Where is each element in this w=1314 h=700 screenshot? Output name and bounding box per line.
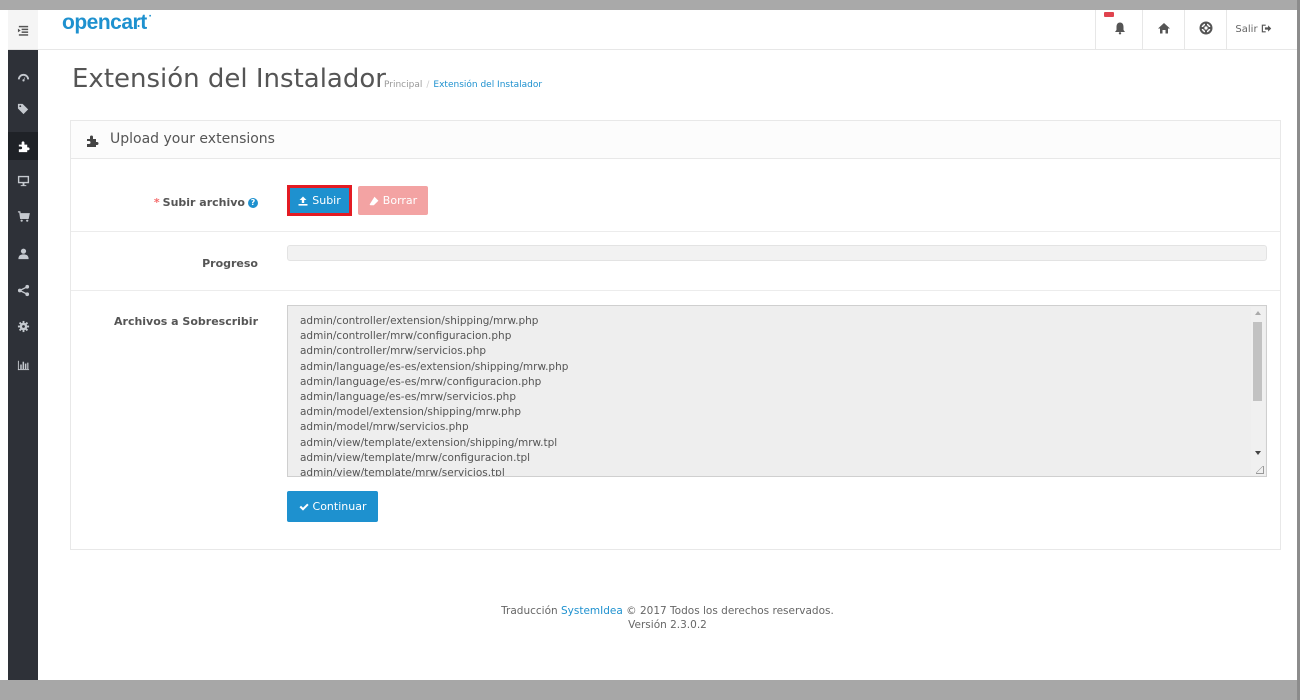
footer-copyright: Traducción SystemIdea © 2017 Todos los d… <box>38 604 1297 618</box>
breadcrumb: Principal / Extensión del Instalador <box>384 80 543 90</box>
desktop-icon[interactable] <box>8 166 38 194</box>
menu-toggle-icon[interactable] <box>8 16 38 44</box>
upload-panel: Upload your extensions * Subir archivo? S… <box>70 120 1281 550</box>
question-circle-icon[interactable]: ? <box>248 198 258 208</box>
panel-title: Upload your extensions <box>110 131 275 147</box>
eraser-icon <box>369 196 379 206</box>
upload-button-label: Subir <box>312 194 341 207</box>
upload-icon <box>298 196 308 206</box>
cog-icon[interactable] <box>8 312 38 340</box>
overwrite-file-line: admin/language/es-es/extension/shipping/… <box>300 360 569 373</box>
overwrite-file-line: admin/controller/mrw/servicios.php <box>300 345 487 358</box>
sign-out-icon <box>1261 23 1272 37</box>
upload-button[interactable]: Subir <box>287 185 352 216</box>
scroll-down-arrow[interactable] <box>1255 451 1261 455</box>
user-icon[interactable] <box>8 239 38 267</box>
shopping-cart-icon[interactable] <box>8 202 38 230</box>
resize-handle[interactable] <box>1256 466 1264 474</box>
window-bottom-bar <box>0 680 1297 700</box>
overwrite-file-line: admin/view/template/extension/shipping/m… <box>300 436 558 449</box>
bell-icon <box>1113 21 1127 39</box>
sidebar <box>8 10 38 680</box>
bar-chart-icon[interactable] <box>8 350 38 378</box>
footer-suffix: © 2017 Todos los derechos reservados. <box>626 605 834 617</box>
clear-button-label: Borrar <box>382 194 418 207</box>
footer-link[interactable]: SystemIdea <box>561 605 623 617</box>
overwrite-files-textarea[interactable]: admin/controller/extension/shipping/mrw.… <box>287 305 1267 477</box>
logout-label: Salir <box>1235 24 1258 35</box>
footer: Traducción SystemIdea © 2017 Todos los d… <box>38 604 1297 632</box>
overwrite-file-line: admin/language/es-es/mrw/configuracion.p… <box>300 375 542 388</box>
row-divider <box>71 290 1280 291</box>
opencart-logo[interactable]: opencart <box>62 11 147 35</box>
textarea-scrollbar[interactable] <box>1251 307 1265 475</box>
check-icon <box>299 502 309 512</box>
page-title: Extensión del Instalador <box>72 64 386 94</box>
share-alt-icon[interactable] <box>8 276 38 304</box>
breadcrumb-current[interactable]: Extensión del Instalador <box>433 80 542 90</box>
overwrite-files-label: Archivos a Sobrescribir <box>114 315 258 328</box>
tags-icon[interactable] <box>8 94 38 122</box>
overwrite-file-line: admin/view/template/mrw/servicios.tpl <box>300 467 505 477</box>
top-header: opencart .·˙ Salir <box>38 10 1297 50</box>
overwrite-file-line: admin/language/es-es/mrw/servicios.php <box>300 391 517 404</box>
panel-heading: Upload your extensions <box>71 121 1280 159</box>
puzzle-piece-icon[interactable] <box>8 132 38 160</box>
scroll-up-arrow[interactable] <box>1255 311 1261 315</box>
progress-bar <box>287 245 1267 261</box>
notification-badge <box>1104 12 1114 17</box>
overwrite-file-line: admin/controller/mrw/configuracion.php <box>300 330 512 343</box>
footer-prefix: Traducción <box>501 605 558 617</box>
required-marker: * <box>153 196 160 209</box>
overwrite-file-line: admin/view/template/mrw/configuracion.tp… <box>300 451 531 464</box>
notifications-button[interactable] <box>1095 10 1143 49</box>
overwrite-file-line: admin/controller/extension/shipping/mrw.… <box>300 315 539 327</box>
home-button[interactable] <box>1142 10 1185 49</box>
clear-button[interactable]: Borrar <box>358 186 428 215</box>
dashboard-icon[interactable] <box>8 64 38 92</box>
overwrite-file-line: admin/model/mrw/servicios.php <box>300 421 469 434</box>
life-ring-icon <box>1199 21 1213 39</box>
row-divider <box>71 231 1280 232</box>
logout-button[interactable]: Salir <box>1226 10 1280 49</box>
puzzle-piece-icon <box>85 133 99 147</box>
scroll-thumb[interactable] <box>1253 322 1262 401</box>
upload-file-label: * Subir archivo? <box>154 196 258 209</box>
window-right-border <box>1297 0 1300 700</box>
footer-version: Versión 2.3.0.2 <box>628 619 707 631</box>
continue-button-label: Continuar <box>312 500 367 513</box>
progress-label: Progreso <box>202 257 258 270</box>
home-icon <box>1157 21 1171 39</box>
overwrite-files-list: admin/controller/extension/shipping/mrw.… <box>300 314 569 477</box>
window-top-border <box>0 0 1297 10</box>
cart-logo-icon: .·˙ <box>136 12 155 31</box>
help-button[interactable] <box>1184 10 1227 49</box>
upload-file-label-text: Subir archivo <box>162 196 245 209</box>
overwrite-file-line: admin/model/extension/shipping/mrw.php <box>300 406 522 419</box>
continue-button[interactable]: Continuar <box>287 491 378 522</box>
breadcrumb-home[interactable]: Principal <box>384 80 422 90</box>
